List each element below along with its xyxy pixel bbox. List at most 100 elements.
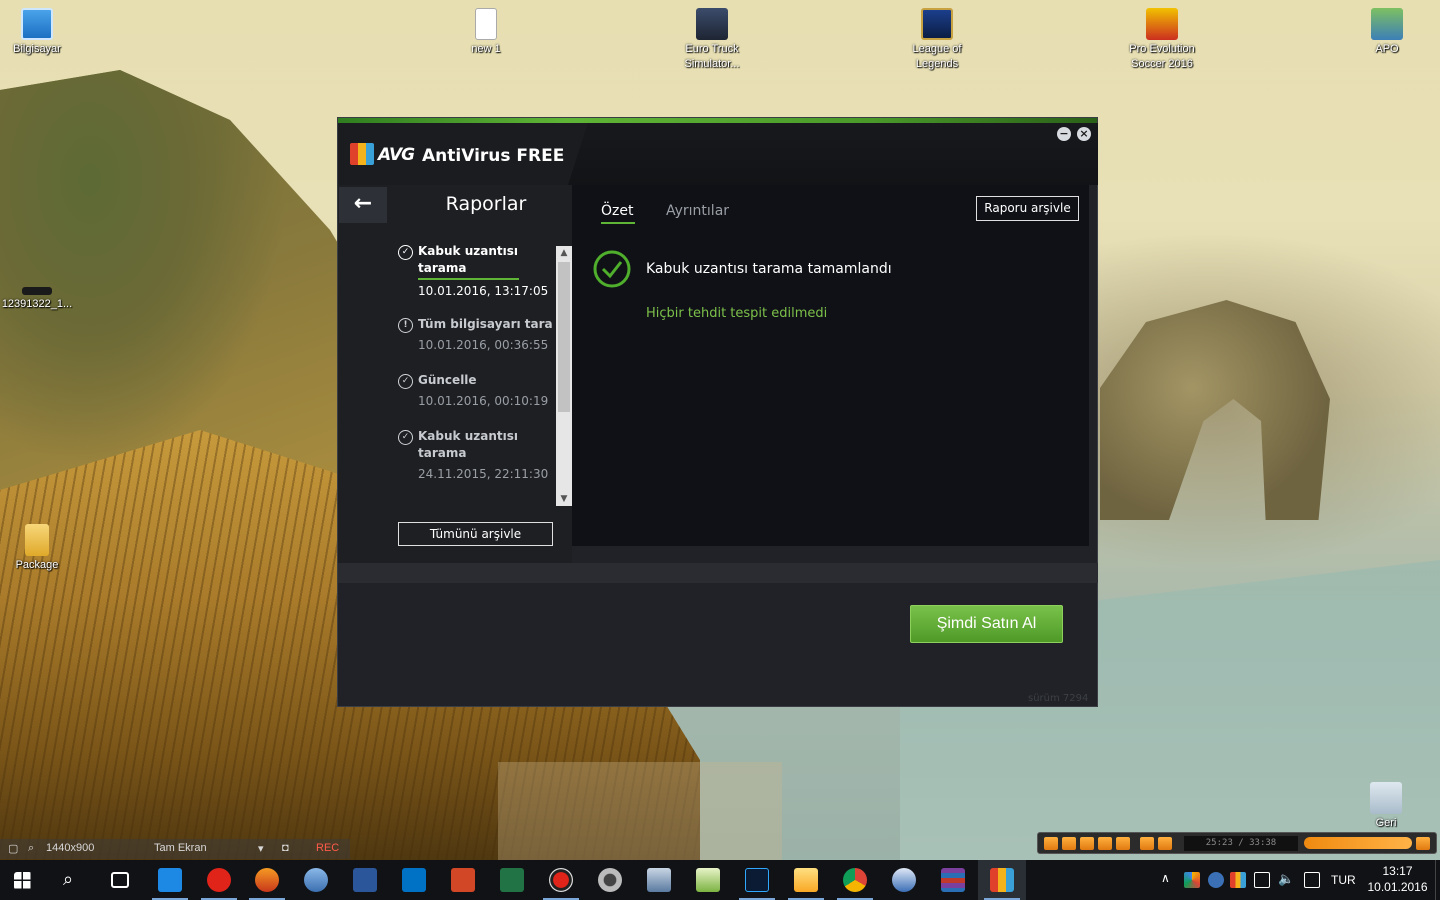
- taskbar-clock[interactable]: 13:17 10.01.2016: [1360, 863, 1435, 895]
- desktop-icon-new-file[interactable]: new 1: [446, 8, 526, 57]
- taskbar-network-app[interactable]: [635, 860, 683, 900]
- outlook-icon: [402, 868, 426, 892]
- opera-icon: [207, 868, 231, 892]
- scan-status-title: Kabuk uzantısı tarama tamamlandı: [646, 261, 892, 277]
- system-tray: ∧ 🔈 TUR: [1158, 860, 1358, 900]
- desktop-icon-label: 12391322_1...: [1, 298, 73, 310]
- task-view-icon: [111, 872, 129, 888]
- crescent-icon: [892, 868, 916, 892]
- stop-icon[interactable]: [1080, 837, 1094, 850]
- tab-details[interactable]: Ayrıntılar: [666, 203, 729, 219]
- report-list-scrollbar[interactable]: ▲ ▼: [556, 246, 572, 506]
- taskbar-outlook[interactable]: [390, 860, 438, 900]
- search-icon: ⌕: [63, 869, 74, 890]
- taskbar-file-explorer[interactable]: [782, 860, 830, 900]
- user-folder-icon: [1371, 8, 1403, 40]
- minimize-button[interactable]: −: [1057, 127, 1071, 141]
- start-button[interactable]: [0, 860, 48, 900]
- desktop-icon-euro-truck[interactable]: Euro Truck Simulator...: [672, 8, 752, 72]
- network-icon[interactable]: [1254, 872, 1270, 888]
- taskbar-winrar[interactable]: [929, 860, 977, 900]
- archive-report-button[interactable]: Raporu arşivle: [976, 196, 1079, 221]
- camera-icon[interactable]: ◘: [282, 842, 289, 854]
- volume-icon[interactable]: 🔈: [1278, 871, 1294, 887]
- archive-all-button[interactable]: Tümünü arşivle: [398, 522, 553, 546]
- back-button[interactable]: ←: [339, 187, 387, 223]
- equalizer-icon[interactable]: [1158, 837, 1172, 850]
- avg-tray-icon[interactable]: [1230, 872, 1246, 888]
- desktop-icon-league[interactable]: League of Legends: [897, 8, 977, 72]
- taskbar-notepad[interactable]: [684, 860, 732, 900]
- powerpoint-icon: [451, 868, 475, 892]
- taskbar-firefox[interactable]: [243, 860, 291, 900]
- buy-now-button[interactable]: Şimdi Satın Al: [910, 605, 1063, 643]
- media-player-bar: 25:23 / 33:38: [1037, 832, 1437, 854]
- reports-title: Raporlar: [445, 193, 527, 215]
- taskbar-edge[interactable]: [146, 860, 194, 900]
- computer-icon: [21, 8, 53, 40]
- taskbar-powerpoint[interactable]: [439, 860, 487, 900]
- language-indicator[interactable]: TUR: [1331, 873, 1356, 887]
- minimize-player-icon[interactable]: [1416, 837, 1430, 850]
- image-thumbnail-icon: [22, 287, 52, 295]
- taskbar-word[interactable]: [341, 860, 389, 900]
- report-detail-panel: Özet Ayrıntılar Raporu arşivle Kabuk uza…: [572, 185, 1089, 546]
- desktop-icon-pes[interactable]: Pro Evolution Soccer 2016: [1122, 8, 1202, 72]
- word-icon: [353, 868, 377, 892]
- desktop-icon-package[interactable]: Package: [0, 524, 77, 573]
- scroll-up-icon[interactable]: ▲: [556, 246, 572, 260]
- check-icon: ✓: [398, 245, 413, 260]
- taskbar-chrome[interactable]: [831, 860, 879, 900]
- scroll-thumb[interactable]: [558, 262, 570, 412]
- close-button[interactable]: ×: [1077, 127, 1091, 141]
- taskbar-excel[interactable]: [488, 860, 536, 900]
- playlist-icon[interactable]: [1140, 837, 1154, 850]
- folder-icon: [794, 868, 818, 892]
- taskbar-search[interactable]: ⌕: [48, 860, 96, 900]
- next-icon[interactable]: [1116, 837, 1130, 850]
- recorder-window-icon: ▢: [8, 843, 19, 855]
- taskbar-recorder[interactable]: [537, 860, 585, 900]
- rock-arch-scenery: [1100, 300, 1330, 520]
- clock-time: 13:17: [1382, 864, 1413, 878]
- taskbar-photoshop[interactable]: [733, 860, 781, 900]
- taskbar-opera[interactable]: [195, 860, 243, 900]
- desktop-icon-label: League of Legends: [912, 43, 962, 70]
- chevron-up-icon[interactable]: ∧: [1161, 871, 1170, 885]
- active-report-underline: [418, 278, 519, 280]
- avg-product-name: AntiVirus FREE: [422, 146, 565, 166]
- volume-slider[interactable]: [1304, 837, 1412, 849]
- firefox-icon: [255, 868, 279, 892]
- desktop-icon-computer[interactable]: Bilgisayar: [0, 8, 77, 57]
- pinball-icon: [304, 868, 328, 892]
- pinwheel-icon[interactable]: [1184, 872, 1200, 888]
- previous-icon[interactable]: [1098, 837, 1112, 850]
- folder-icon: [25, 524, 49, 556]
- desktop-icon-recycle-bin[interactable]: Geri: [1346, 782, 1426, 831]
- crescent-icon[interactable]: [1208, 872, 1224, 888]
- pause-icon[interactable]: [1062, 837, 1076, 850]
- task-view-button[interactable]: [96, 860, 144, 900]
- league-of-legends-icon: [921, 8, 953, 40]
- taskbar-avg[interactable]: [978, 860, 1026, 900]
- back-arrow-icon: ←: [353, 191, 373, 216]
- avg-window: AVG AntiVirus FREE − × ← Raporlar ✓ Kabu…: [337, 117, 1098, 707]
- taskbar-pinball[interactable]: [292, 860, 340, 900]
- report-date: 10.01.2016, 13:17:05: [418, 284, 549, 298]
- desktop-icon-label: new 1: [471, 43, 501, 55]
- recorder-rec[interactable]: REC: [316, 842, 339, 854]
- taskbar: ⌕ ∧ 🔈 TUR 13:17 10.01.2016: [0, 860, 1440, 900]
- desktop-icon-image[interactable]: 12391322_1...: [0, 287, 77, 312]
- pes-icon: [1146, 8, 1178, 40]
- scroll-down-icon[interactable]: ▼: [556, 492, 572, 506]
- recorder-fullscreen[interactable]: Tam Ekran: [154, 842, 207, 854]
- notification-icon[interactable]: [1304, 872, 1320, 888]
- tab-summary[interactable]: Özet: [601, 203, 633, 219]
- show-desktop-button[interactable]: [1435, 860, 1440, 900]
- play-icon[interactable]: [1044, 837, 1058, 850]
- desktop-icon-apo[interactable]: APO: [1347, 8, 1427, 57]
- chevron-down-icon[interactable]: ▾: [258, 842, 264, 855]
- photoshop-icon: [745, 868, 769, 892]
- taskbar-camera[interactable]: [586, 860, 634, 900]
- taskbar-camera-app[interactable]: [880, 860, 928, 900]
